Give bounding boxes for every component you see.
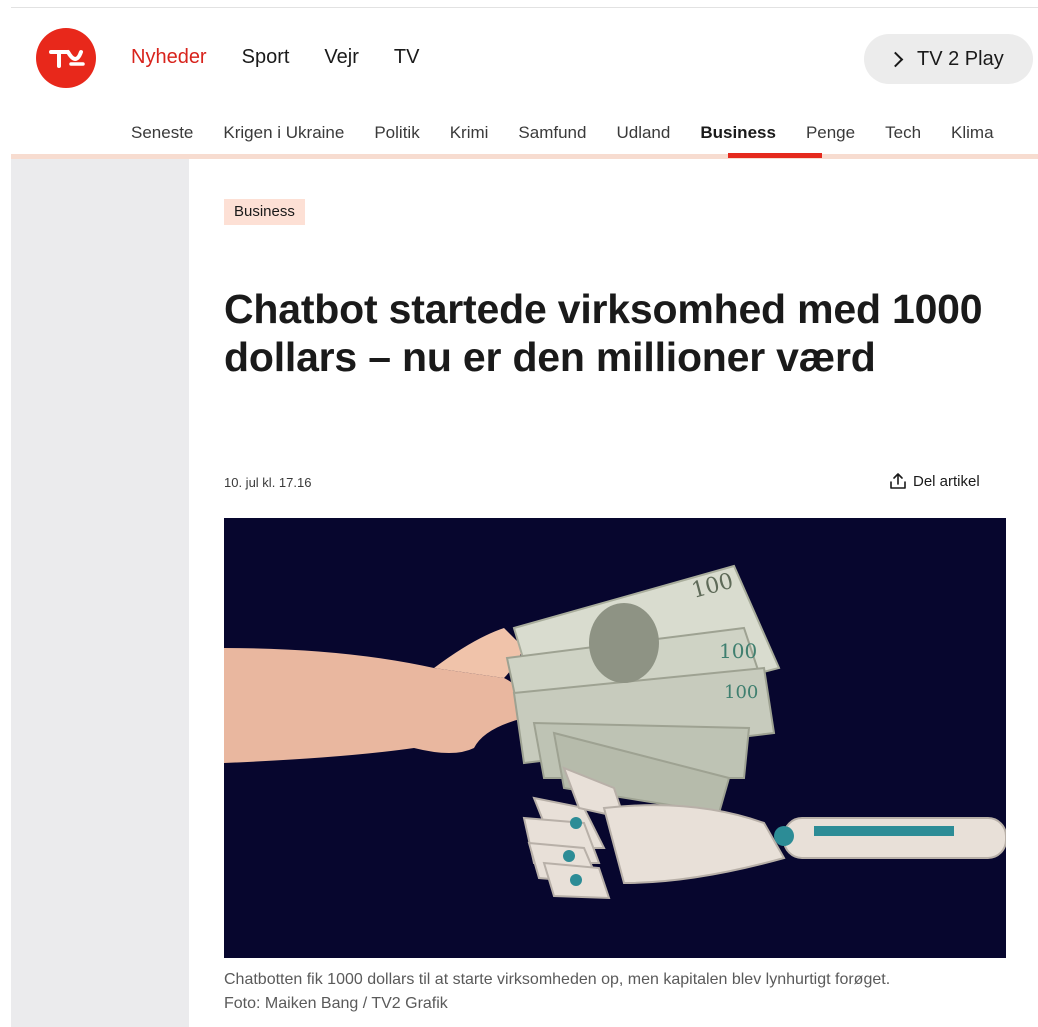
tv2-play-label: TV 2 Play (917, 47, 1004, 70)
active-tab-indicator (728, 153, 822, 158)
main-nav-tv[interactable]: TV (394, 46, 420, 69)
article-image: 100 100 100 (224, 518, 1006, 958)
publish-date: 10. jul kl. 17.16 (224, 475, 312, 490)
sub-nav-business[interactable]: Business (700, 123, 776, 143)
sub-nav-udland[interactable]: Udland (616, 123, 670, 143)
category-tag[interactable]: Business (224, 199, 305, 225)
sub-nav: Seneste Krigen i Ukraine Politik Krimi S… (11, 118, 1038, 159)
left-gutter (11, 159, 189, 1027)
main-nav-nyheder[interactable]: Nyheder (131, 46, 207, 69)
image-credit: Foto: Maiken Bang / TV2 Grafik (224, 995, 448, 1012)
sub-nav-klima[interactable]: Klima (951, 123, 994, 143)
tv2-logo[interactable] (36, 28, 96, 88)
sub-nav-samfund[interactable]: Samfund (518, 123, 586, 143)
main-nav: Nyheder Sport Vejr TV (131, 46, 454, 69)
sub-nav-politik[interactable]: Politik (374, 123, 419, 143)
chevron-right-icon (887, 51, 904, 67)
page: Nyheder Sport Vejr TV TV 2 Play Seneste … (11, 7, 1038, 1027)
share-article-button[interactable]: Del artikel (889, 472, 980, 490)
sub-nav-tech[interactable]: Tech (885, 123, 921, 143)
article-headline: Chatbot startede virksomhed med 1000 dol… (224, 286, 983, 380)
sub-nav-krigen-i-ukraine[interactable]: Krigen i Ukraine (223, 123, 344, 143)
share-label: Del artikel (913, 472, 980, 490)
sub-nav-seneste[interactable]: Seneste (131, 123, 193, 143)
sub-nav-penge[interactable]: Penge (806, 123, 855, 143)
image-caption: Chatbotten fik 1000 dollars til at start… (224, 968, 1024, 1016)
svg-text:100: 100 (719, 639, 757, 663)
hand-giving-money-to-robot-illustration: 100 100 100 (224, 564, 1006, 900)
svg-text:100: 100 (724, 682, 758, 703)
sub-nav-krimi[interactable]: Krimi (450, 123, 489, 143)
main-nav-vejr[interactable]: Vejr (324, 46, 358, 69)
tv2-play-button[interactable]: TV 2 Play (864, 34, 1033, 84)
share-icon (890, 473, 906, 489)
image-caption-text: Chatbotten fik 1000 dollars til at start… (224, 971, 891, 988)
main-nav-sport[interactable]: Sport (242, 46, 290, 69)
